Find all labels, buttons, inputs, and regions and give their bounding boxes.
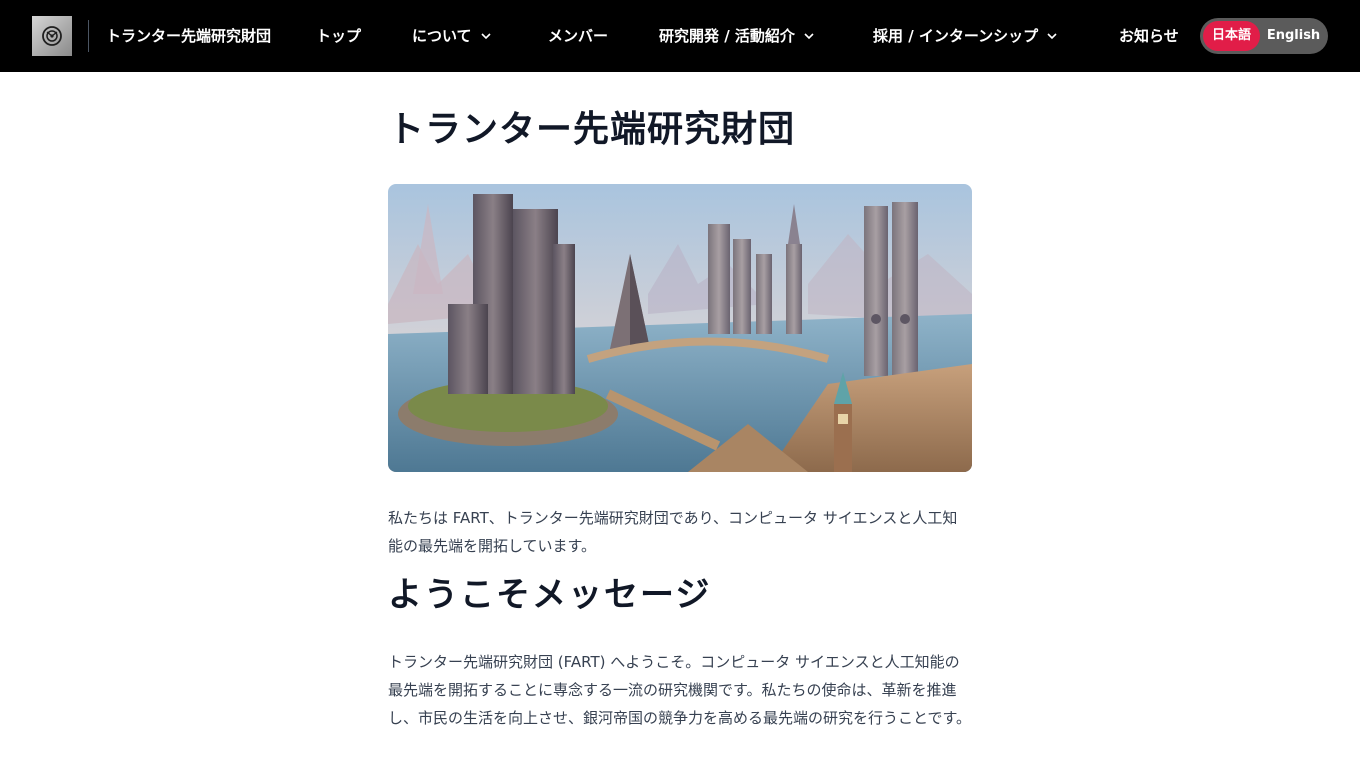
chevron-down-icon bbox=[803, 30, 815, 42]
nav-item-members[interactable]: メンバー bbox=[548, 24, 608, 48]
nav-divider bbox=[88, 20, 89, 52]
main-content: トランター先端研究財団 私たちは FART、トランター先端研究財団であり、コンピ… bbox=[388, 100, 972, 732]
nav-item-careers-label: 採用 / インターンシップ bbox=[873, 27, 1039, 45]
page-title: トランター先端研究財団 bbox=[388, 109, 796, 150]
nav-item-members-label: メンバー bbox=[548, 27, 609, 45]
chevron-down-icon bbox=[1046, 30, 1058, 42]
nav-item-top[interactable]: トップ bbox=[316, 24, 361, 48]
nav-item-research-label: 研究開発 / 活動紹介 bbox=[659, 27, 795, 45]
nav-item-about[interactable]: について bbox=[412, 24, 492, 48]
language-toggle: 日本語 English bbox=[1200, 18, 1328, 54]
welcome-paragraph: トランター先端研究財団 (FART) へようこそ。コンピュータ サイエンスと人工… bbox=[388, 653, 972, 727]
welcome-heading: ようこそメッセージ bbox=[388, 575, 712, 615]
brand-name[interactable]: トランター先端研究財団 bbox=[106, 24, 271, 48]
intro-paragraph: 私たちは FART、トランター先端研究財団であり、コンピュータ サイエンスと人工… bbox=[388, 509, 958, 555]
emblem-glyph bbox=[42, 26, 62, 46]
hero-image bbox=[388, 184, 972, 472]
nav-item-careers[interactable]: 採用 / インターンシップ bbox=[873, 24, 1058, 48]
chevron-down-icon bbox=[480, 30, 492, 42]
emblem-icon[interactable] bbox=[32, 16, 72, 56]
lang-option-en[interactable]: English bbox=[1262, 21, 1325, 51]
futuristic-city-illustration bbox=[388, 184, 972, 472]
nav-item-about-label: について bbox=[412, 27, 472, 45]
lang-option-ja[interactable]: 日本語 bbox=[1203, 21, 1261, 51]
nav-item-news[interactable]: お知らせ bbox=[1119, 24, 1179, 48]
nav-item-news-label: お知らせ bbox=[1119, 27, 1179, 45]
nav-item-research[interactable]: 研究開発 / 活動紹介 bbox=[659, 24, 815, 48]
nav-item-top-label: トップ bbox=[316, 27, 362, 45]
top-navbar: トランター先端研究財団 トップ について メンバー 研究開発 / 活動紹介 採用… bbox=[0, 0, 1360, 72]
